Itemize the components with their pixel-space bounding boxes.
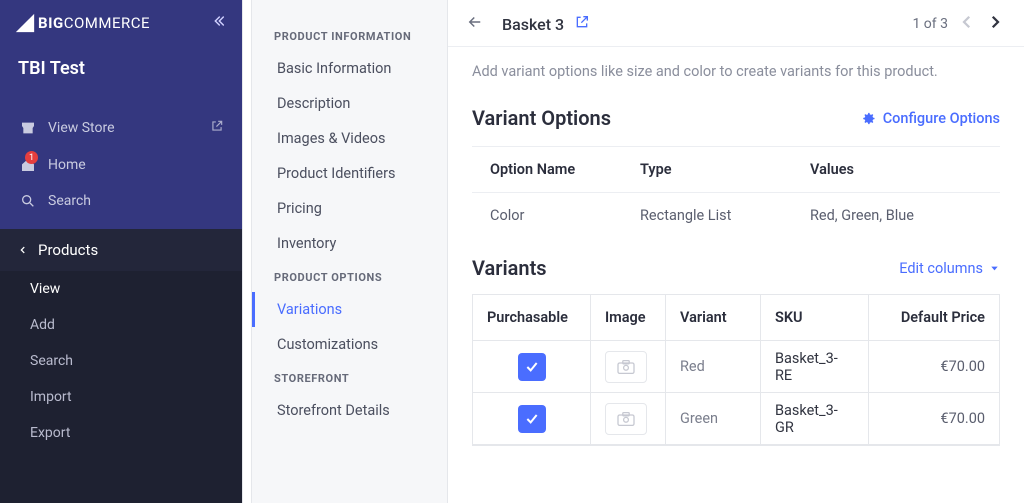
sidebar-subitem[interactable]: Export: [0, 415, 242, 451]
image-placeholder[interactable]: [605, 403, 647, 435]
sidenav-item[interactable]: Images & Videos: [252, 121, 447, 156]
col-option-values: Values: [810, 161, 982, 178]
variants-table-header: Purchasable Image Variant SKU Default Pr…: [473, 295, 999, 341]
sidenav-item[interactable]: Product Identifiers: [252, 156, 447, 191]
sidenav-heading: PRODUCT INFORMATION: [252, 20, 447, 51]
col-option-name: Option Name: [490, 161, 640, 178]
main-content: Basket 3 1 of 3 Add variant options like…: [448, 0, 1024, 503]
variant-options-title: Variant Options: [472, 106, 611, 130]
variant-row[interactable]: GreenBasket_3-GR€70.00: [473, 393, 999, 445]
variant-price: €70.00: [869, 393, 999, 445]
edit-columns-link[interactable]: Edit columns: [899, 260, 1000, 277]
primary-sidebar: BIGCOMMERCE TBI Test View Store: [0, 0, 242, 503]
scrollbar-track[interactable]: [242, 0, 252, 503]
gear-icon: [862, 111, 877, 126]
sidenav-item[interactable]: Description: [252, 86, 447, 121]
purchasable-checkbox[interactable]: [518, 353, 546, 381]
open-external-icon[interactable]: [574, 14, 590, 34]
pager: 1 of 3: [912, 12, 1004, 36]
external-link-icon: [210, 119, 224, 137]
sidenav-item[interactable]: Storefront Details: [252, 393, 447, 428]
variants-title: Variants: [472, 256, 547, 280]
col-price: Default Price: [869, 295, 999, 341]
variant-name: Green: [666, 393, 761, 445]
col-option-type: Type: [640, 161, 810, 178]
variants-table: Purchasable Image Variant SKU Default Pr…: [472, 294, 1000, 446]
caret-down-icon: [989, 263, 1000, 274]
nav-section-products[interactable]: Products: [0, 229, 242, 271]
back-button[interactable]: [466, 13, 484, 35]
sidebar-subitem[interactable]: View: [0, 271, 242, 307]
variant-row[interactable]: RedBasket_3-RE€70.00: [473, 341, 999, 393]
variant-name: Red: [666, 341, 761, 393]
bc-logo-icon: [14, 12, 36, 34]
sidenav-item[interactable]: Basic Information: [252, 51, 447, 86]
sidebar-subitem[interactable]: Search: [0, 343, 242, 379]
sidenav-item[interactable]: Variations: [252, 292, 447, 327]
options-table-header: Option Name Type Values: [472, 146, 1000, 193]
nav-search[interactable]: Search: [0, 183, 242, 219]
option-row[interactable]: Color Rectangle List Red, Green, Blue: [472, 193, 1000, 238]
col-image: Image: [591, 295, 666, 341]
collapse-sidebar-icon[interactable]: [210, 13, 226, 33]
store-name: TBI Test: [0, 44, 242, 101]
nav-view-store[interactable]: View Store: [0, 109, 242, 147]
col-purchasable: Purchasable: [473, 295, 591, 341]
chevron-left-icon: [18, 243, 28, 257]
variant-sku: Basket_3-RE: [761, 341, 869, 393]
pager-text: 1 of 3: [912, 16, 948, 32]
configure-options-link[interactable]: Configure Options: [862, 110, 1000, 127]
sidebar-subitem[interactable]: Add: [0, 307, 242, 343]
sidebar-subitem[interactable]: Import: [0, 379, 242, 415]
storefront-icon: [18, 120, 38, 136]
pager-next[interactable]: [986, 12, 1004, 36]
sidenav-heading: STOREFRONT: [252, 362, 447, 393]
variant-sku: Basket_3-GR: [761, 393, 869, 445]
home-badge: 1: [25, 151, 38, 164]
col-sku: SKU: [761, 295, 869, 341]
brand-logo: BIGCOMMERCE: [14, 12, 150, 34]
section-hint: Add variant options like size and color …: [472, 63, 1000, 80]
sidenav-item[interactable]: Inventory: [252, 226, 447, 261]
search-icon: [18, 193, 38, 209]
secondary-sidebar: PRODUCT INFORMATIONBasic InformationDesc…: [252, 0, 448, 503]
sidenav-item[interactable]: Pricing: [252, 191, 447, 226]
sidenav-heading: PRODUCT OPTIONS: [252, 261, 447, 292]
nav-products-sublist: ViewAddSearchImportExport: [0, 271, 242, 503]
pager-prev[interactable]: [958, 12, 976, 36]
col-variant: Variant: [666, 295, 761, 341]
variant-price: €70.00: [869, 341, 999, 393]
image-placeholder[interactable]: [605, 351, 647, 383]
sidenav-item[interactable]: Customizations: [252, 327, 447, 362]
purchasable-checkbox[interactable]: [518, 405, 546, 433]
page-title: Basket 3: [502, 15, 564, 34]
nav-home[interactable]: 1 Home: [0, 147, 242, 183]
topbar: Basket 3 1 of 3: [448, 0, 1024, 47]
